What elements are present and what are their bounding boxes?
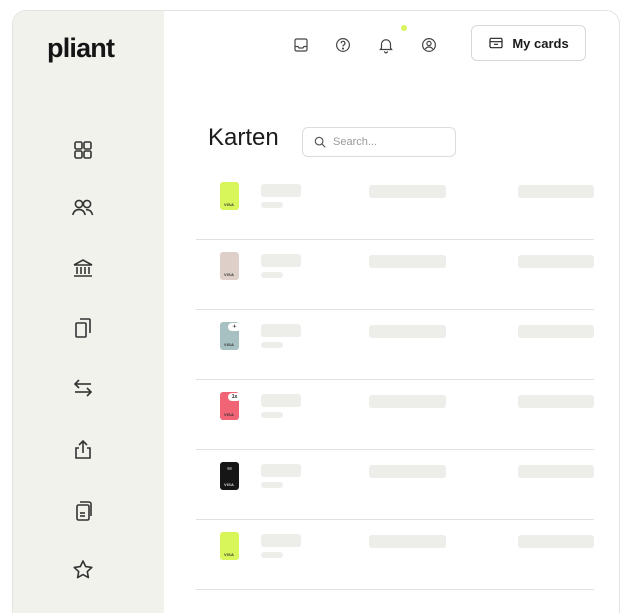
card-chip — [227, 467, 232, 470]
card-badge: ✈ — [228, 323, 239, 331]
skeleton-placeholder — [518, 535, 594, 548]
bank-icon — [73, 259, 93, 277]
skeleton-placeholder — [261, 534, 301, 547]
main-content: My cards Karten VISA VISA ✈ VISA 1x VISA VISA V… — [164, 11, 619, 613]
sidebar-item-export[interactable] — [69, 436, 97, 464]
card-brand-label: VISA — [224, 552, 235, 557]
skeleton-placeholder — [518, 185, 594, 198]
card-thumbnail: 1x VISA — [220, 392, 239, 420]
star-icon — [73, 560, 93, 579]
skeleton-placeholder — [518, 255, 594, 268]
logo: pliant — [47, 33, 115, 63]
sidebar-item-rewards[interactable] — [69, 556, 97, 584]
skeleton-placeholder — [369, 185, 446, 198]
transfer-icon — [73, 379, 93, 397]
search-icon — [314, 136, 326, 148]
page-title: Karten — [208, 124, 279, 151]
skeleton-placeholder — [261, 254, 301, 267]
card-brand-label: VISA — [224, 202, 235, 207]
skeleton-placeholder — [518, 325, 594, 338]
skeleton-placeholder — [261, 184, 301, 197]
skeleton-placeholder — [369, 325, 446, 338]
bell-icon — [379, 39, 393, 54]
table-row[interactable]: VISA — [196, 240, 594, 310]
app-window: pliant My cards Karten Search... VISA VI… — [12, 10, 620, 613]
skeleton-placeholder — [261, 412, 283, 418]
wallet-icon — [489, 37, 503, 49]
account-icon — [422, 38, 436, 52]
help-button[interactable] — [333, 35, 353, 55]
card-brand-label: VISA — [224, 412, 235, 417]
sidebar-item-team[interactable] — [69, 193, 97, 221]
card-thumbnail: VISA — [220, 252, 239, 280]
skeleton-placeholder — [369, 535, 446, 548]
export-icon — [75, 439, 91, 459]
sidebar-item-transactions[interactable] — [69, 374, 97, 402]
sidebar-item-accounts[interactable] — [69, 254, 97, 282]
card-brand-label: VISA — [224, 482, 235, 487]
skeleton-placeholder — [261, 482, 283, 488]
table-row[interactable]: ✈ VISA — [196, 310, 594, 380]
card-thumbnail: ✈ VISA — [220, 322, 239, 350]
cards-icon — [75, 318, 91, 338]
skeleton-placeholder — [518, 395, 594, 408]
search-input[interactable] — [333, 136, 443, 148]
skeleton-placeholder — [518, 465, 594, 478]
sidebar-item-statements[interactable] — [69, 497, 97, 525]
inbox-icon — [294, 38, 308, 52]
notification-dot — [401, 25, 407, 31]
table-row[interactable]: VISA — [196, 450, 594, 520]
sidebar: pliant — [13, 11, 164, 613]
skeleton-placeholder — [369, 255, 446, 268]
skeleton-placeholder — [369, 395, 446, 408]
card-brand-label: VISA — [224, 342, 235, 347]
card-badge: 1x — [228, 393, 239, 401]
card-brand-label: VISA — [224, 272, 235, 277]
table-row[interactable]: VISA — [196, 170, 594, 240]
skeleton-placeholder — [261, 272, 283, 278]
my-cards-label: My cards — [512, 35, 569, 51]
skeleton-placeholder — [261, 464, 301, 477]
grid-icon — [74, 141, 92, 159]
sidebar-item-dashboard[interactable] — [69, 136, 97, 164]
users-icon — [72, 199, 94, 216]
account-button[interactable] — [419, 35, 439, 55]
table-row[interactable]: 1x VISA — [196, 380, 594, 450]
help-icon — [336, 38, 350, 52]
search-box[interactable] — [302, 127, 456, 157]
skeleton-placeholder — [261, 552, 283, 558]
card-thumbnail: VISA — [220, 462, 239, 490]
skeleton-placeholder — [261, 324, 301, 337]
table-row[interactable]: VISA — [196, 520, 594, 590]
notifications-button[interactable] — [376, 35, 396, 55]
skeleton-placeholder — [369, 465, 446, 478]
inbox-button[interactable] — [291, 35, 311, 55]
card-thumbnail: VISA — [220, 532, 239, 560]
card-thumbnail: VISA — [220, 182, 239, 210]
document-icon — [76, 501, 92, 521]
sidebar-item-cards[interactable] — [69, 314, 97, 342]
skeleton-placeholder — [261, 342, 283, 348]
skeleton-placeholder — [261, 202, 283, 208]
skeleton-placeholder — [261, 394, 301, 407]
my-cards-button[interactable]: My cards — [471, 25, 586, 61]
